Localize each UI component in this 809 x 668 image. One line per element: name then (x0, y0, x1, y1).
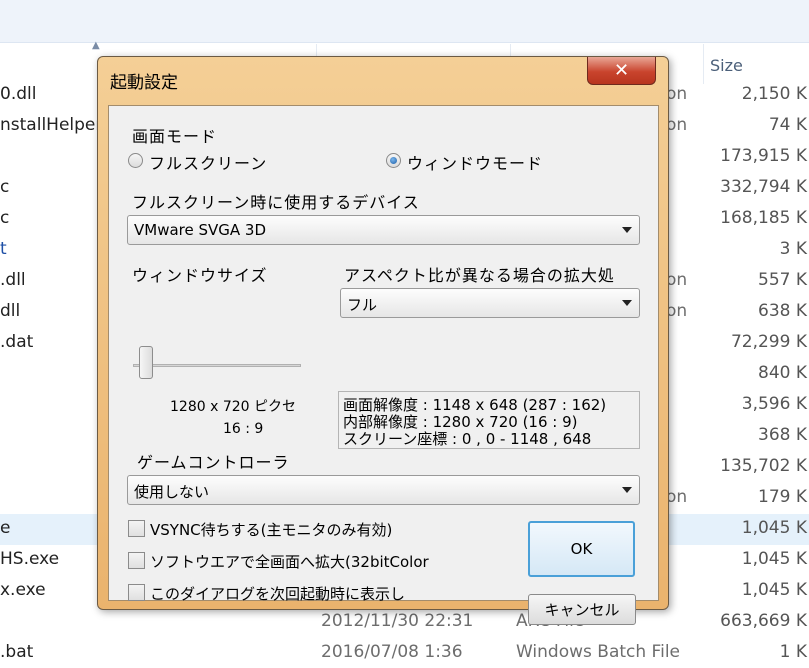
file-size: 663,669 K (720, 611, 807, 631)
file-size: 1 K (779, 642, 807, 662)
file-size: 332,794 K (720, 177, 807, 197)
file-name: x.exe (0, 580, 46, 600)
window-size-label: ウィンドウサイズ (132, 266, 268, 285)
dialog-title: 起動設定 (110, 73, 178, 93)
game-controller-select[interactable]: 使用しない (127, 475, 640, 505)
fullscreen-radio-label[interactable]: フルスクリーン (149, 150, 267, 174)
file-name: .dll (0, 270, 26, 290)
file-type: on (666, 301, 688, 321)
game-controller-select-value: 使用しない (134, 483, 210, 501)
file-size: 1,045 K (741, 580, 807, 600)
screen-mode-label: 画面モード (132, 127, 218, 146)
show-dialog-next-checkbox-label[interactable]: このダイアログを次回起動時に表示し (150, 583, 405, 604)
file-type: Windows Batch File (516, 642, 681, 662)
file-name: .bat (0, 642, 34, 662)
file-name: dll (0, 301, 21, 321)
aspect-select-value: フル (347, 296, 378, 314)
file-date: 2016/07/08 1:36 (321, 642, 463, 662)
dialog-client-area: 画面モード フルスクリーン ウィンドウモード フルスクリーン時に使用するデバイス… (108, 105, 659, 625)
file-size: 368 K (758, 425, 807, 445)
file-size: 1,045 K (741, 518, 807, 538)
resolution-info-box: 画面解像度 : 1148 x 648 (287 : 162) 内部解像度 : 1… (338, 391, 640, 449)
file-size: 1,045 K (741, 549, 807, 569)
game-controller-label: ゲームコントローラ (137, 453, 290, 472)
device-label: フルスクリーン時に使用するデバイス (132, 193, 420, 212)
file-date: 2012/11/30 22:31 (321, 611, 474, 631)
device-select-value: VMware SVGA 3D (134, 221, 267, 239)
file-name: HS.exe (0, 549, 60, 569)
file-type: on (666, 487, 688, 507)
window-size-slider-thumb[interactable] (139, 346, 153, 379)
show-dialog-next-checkbox[interactable] (128, 584, 145, 601)
window-size-value: 1280 x 720 ピクセ (170, 399, 296, 415)
chevron-down-icon (622, 487, 632, 493)
file-size: 72,299 K (730, 332, 807, 352)
window-size-ratio: 16 : 9 (223, 421, 264, 437)
chevron-down-icon (622, 227, 632, 233)
file-name: t (0, 239, 7, 259)
cancel-button-label: キャンセル (544, 601, 620, 619)
column-separator (703, 44, 704, 84)
sort-caret-icon: ▲ (92, 40, 100, 51)
file-type: on (666, 84, 688, 104)
window-mode-radio[interactable] (386, 153, 401, 168)
vsync-checkbox-label[interactable]: VSYNC待ちする(主モニタのみ有効) (150, 519, 392, 540)
file-size: 2,150 K (741, 84, 807, 104)
file-name: e (0, 518, 11, 538)
file-size: 179 K (758, 487, 807, 507)
vsync-checkbox[interactable] (128, 520, 145, 537)
window-size-slider-track[interactable] (133, 364, 301, 367)
window-mode-radio-label[interactable]: ウィンドウモード (407, 150, 543, 174)
chevron-down-icon (622, 300, 632, 306)
file-size: 74 K (768, 115, 807, 135)
software-scale-checkbox-label[interactable]: ソフトウエアで全画面へ拡大(32bitColor (150, 551, 468, 572)
cancel-button[interactable]: キャンセル (528, 594, 636, 625)
aspect-label: アスペクト比が異なる場合の拡大処 (344, 266, 615, 285)
file-type: on (666, 270, 688, 290)
file-row[interactable]: 2012/11/30 22:31 ARC File 663,669 K (0, 607, 809, 638)
file-size: 638 K (758, 301, 807, 321)
file-name: c (0, 177, 10, 197)
file-name: 0.dll (0, 84, 37, 104)
file-name: .dat (0, 332, 34, 352)
file-row[interactable]: .bat 2016/07/08 1:36 Windows Batch File … (0, 638, 809, 668)
file-size: 840 K (758, 363, 807, 383)
file-size: 168,185 K (720, 208, 807, 228)
device-select[interactable]: VMware SVGA 3D (127, 215, 640, 245)
aspect-select[interactable]: フル (340, 288, 640, 318)
software-scale-checkbox[interactable] (128, 552, 145, 569)
launch-settings-dialog: 起動設定 ✕ 画面モード フルスクリーン ウィンドウモード フルスクリーン時に使… (97, 56, 669, 625)
ok-button[interactable]: OK (528, 521, 635, 577)
explorer-toolbar (0, 0, 809, 43)
screen-coordinates-text: スクリーン座標 : 0 , 0 - 1148 , 648 (343, 430, 592, 448)
file-name: c (0, 208, 10, 228)
file-size: 135,702 K (720, 456, 807, 476)
file-size: 3,596 K (741, 394, 807, 414)
file-size: 557 K (758, 270, 807, 290)
file-type: on (666, 115, 688, 135)
ok-button-label: OK (570, 540, 593, 558)
close-button[interactable]: ✕ (587, 57, 656, 85)
file-size: 3 K (779, 239, 807, 259)
fullscreen-radio[interactable] (128, 153, 143, 168)
file-size: 173,915 K (720, 146, 807, 166)
close-icon: ✕ (613, 60, 630, 81)
